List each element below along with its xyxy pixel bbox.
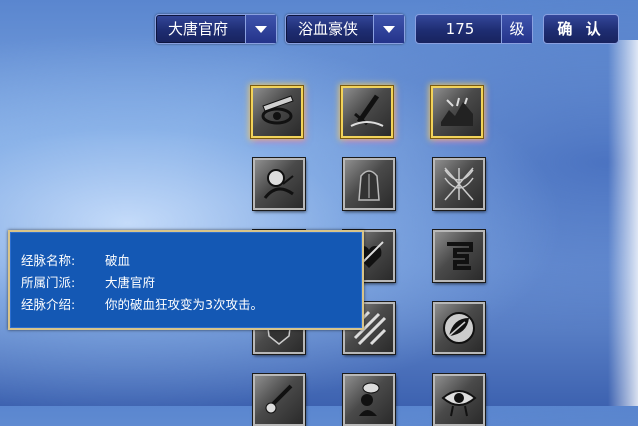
skill-slot-armored-figure[interactable] [343,158,395,210]
school-select[interactable]: 大唐官府 [155,14,277,44]
skill-slot-glyph-maze[interactable] [433,230,485,282]
skill-slot-leaf-badge[interactable] [433,302,485,354]
school-dropdown-button[interactable] [245,15,276,43]
branch-dropdown-button[interactable] [373,15,404,43]
skill-slot-broken-ground[interactable] [431,86,483,138]
branch-select[interactable]: 浴血豪侠 [285,14,405,44]
skill-tooltip: 经脉名称: 破血 所属门派: 大唐官府 经脉介绍: 你的破血狂攻变为3次攻击。 [8,230,364,330]
tooltip-name-row: 经脉名称: 破血 [21,250,130,269]
tooltip-desc-value: 你的破血狂攻变为3次攻击。 [105,297,263,312]
tooltip-desc-label: 经脉介绍: [21,297,76,312]
skill-slot-crouching-figure[interactable] [343,374,395,426]
skill-slot-warrior-portrait[interactable] [253,158,305,210]
skill-slot-claw-web[interactable] [433,158,485,210]
tooltip-school-value: 大唐官府 [105,275,156,290]
broken-ground-icon [441,97,473,126]
branch-select-value: 浴血豪侠 [298,20,359,38]
tooltip-school-row: 所属门派: 大唐官府 [21,272,155,291]
tooltip-school-label: 所属门派: [21,275,76,290]
glyph-maze-icon [447,242,473,270]
level-unit: 级 [501,15,532,43]
blade-hand-icon [265,384,293,414]
tooltip-name-label: 经脉名称: [21,253,76,268]
skill-slot-blade-hand[interactable] [253,374,305,426]
skill-slot-sword-strike[interactable] [341,86,393,138]
level-field[interactable]: 175 级 [415,14,533,44]
frost-decoration [608,40,638,406]
chevron-down-icon [255,26,267,33]
warrior-portrait-icon [263,169,294,199]
tooltip-desc-row: 经脉介绍: 你的破血狂攻变为3次攻击。 [21,294,263,313]
school-select-value: 大唐官府 [168,20,229,38]
claw-web-icon [444,167,474,201]
skill-slot-eye-blade[interactable] [251,86,303,138]
chevron-down-icon [383,26,395,33]
armored-figure-icon [358,170,380,201]
confirm-button[interactable]: 确 认 [543,14,619,44]
crying-eye-icon [441,390,477,417]
crouching-figure-icon [359,382,380,416]
leaf-badge-icon [443,312,475,344]
tooltip-name-value: 破血 [105,253,131,268]
skill-slot-crying-eye[interactable] [433,374,485,426]
eye-blade-icon [261,95,294,125]
level-input[interactable]: 175 [416,15,504,43]
sword-strike-icon [350,94,384,127]
